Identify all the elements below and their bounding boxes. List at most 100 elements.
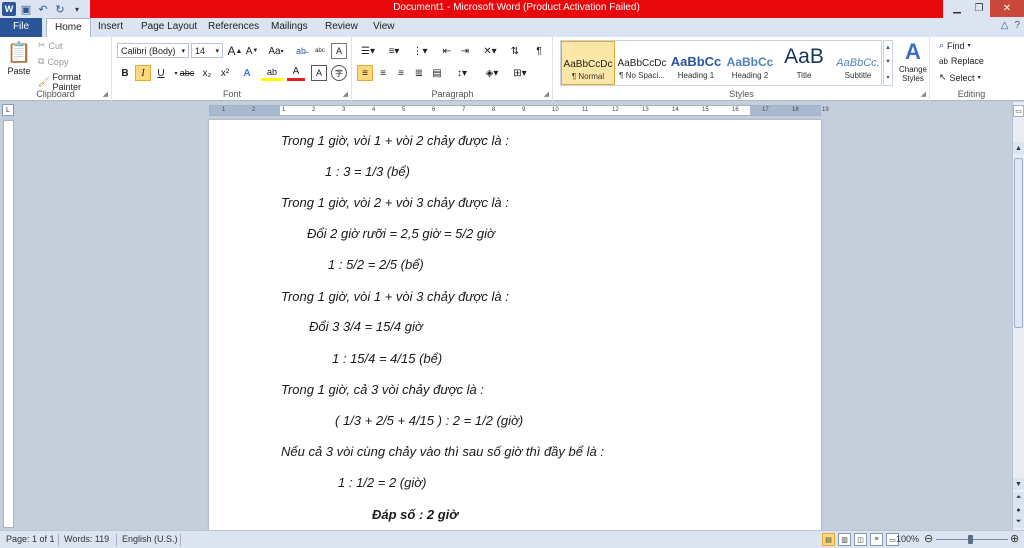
style-normal[interactable]: AaBbCcDc ¶ Normal (561, 41, 615, 85)
increase-indent-icon[interactable]: ⇥ (457, 43, 473, 59)
word-count[interactable]: Words: 119 (64, 534, 109, 544)
sort-icon[interactable]: ⇅ (507, 43, 523, 59)
numbering-icon[interactable]: ≡▾ (383, 43, 405, 59)
document-line[interactable]: 1 : 15/4 = 4/15 (bể) (332, 351, 442, 366)
vertical-ruler[interactable] (3, 120, 14, 528)
asian-layout-icon[interactable]: ✕▾ (479, 43, 501, 59)
horizontal-ruler[interactable]: 1 2 1 2 3 4 5 6 7 8 9 10 11 12 13 14 15 16 17 18 19 (209, 105, 829, 116)
clipboard-launcher-icon[interactable]: ◢ (103, 90, 108, 98)
scroll-up-icon[interactable]: ▲ (885, 45, 891, 51)
font-color-button[interactable]: A (287, 65, 305, 81)
redo-icon[interactable]: ↻ (53, 2, 67, 16)
print-layout-icon[interactable]: ▤ (822, 533, 835, 546)
styles-launcher-icon[interactable]: ◢ (921, 90, 926, 98)
tab-page-layout[interactable]: Page Layout (133, 18, 205, 37)
document-line[interactable]: Đổi 2 giờ rưỡi = 2,5 giờ = 5/2 giờ (307, 226, 495, 241)
document-line[interactable]: Nếu cả 3 vòi cùng chảy vào thì sau số gi… (281, 444, 604, 459)
next-page-icon[interactable]: ⏷ (1013, 516, 1024, 528)
restore-button[interactable]: ❐ (968, 0, 990, 17)
decrease-indent-icon[interactable]: ⇤ (439, 43, 455, 59)
outline-icon[interactable]: ≡ (870, 533, 883, 546)
style-no-spacing[interactable]: AaBbCcDc ¶ No Spaci... (615, 41, 669, 85)
shading-icon[interactable]: ◈▾ (481, 65, 503, 81)
document-page[interactable]: Trong 1 giờ, vòi 1 + vòi 2 chảy được là … (209, 120, 821, 530)
customize-icon[interactable]: ▾ (70, 2, 84, 16)
text-effects-icon[interactable]: A (239, 65, 255, 81)
paragraph-launcher-icon[interactable]: ◢ (544, 90, 549, 98)
zoom-slider-thumb[interactable] (968, 535, 973, 544)
document-line[interactable]: Trong 1 giờ, vòi 1 + vòi 3 chảy được là … (281, 289, 509, 304)
change-case-icon[interactable]: Aa ▾ (265, 43, 287, 59)
grow-font-icon[interactable]: A ▲ (227, 43, 243, 59)
character-border-icon[interactable]: A (331, 43, 347, 59)
style-heading-2[interactable]: AaBbCc Heading 2 (723, 41, 777, 85)
bullets-icon[interactable]: ☰▾ (357, 43, 379, 59)
full-screen-reading-icon[interactable]: ▥ (838, 533, 851, 546)
page-count[interactable]: Page: 1 of 1 (6, 534, 55, 544)
tab-references[interactable]: References (200, 18, 267, 37)
align-right-icon[interactable]: ≡ (393, 65, 409, 81)
font-launcher-icon[interactable]: ◢ (343, 90, 348, 98)
underline-button[interactable]: U (153, 65, 169, 81)
document-line[interactable]: Trong 1 giờ, vòi 2 + vòi 3 chảy được là … (281, 195, 509, 210)
browse-object-icon[interactable]: ● (1013, 504, 1024, 516)
scroll-down-icon[interactable]: ▼ (885, 59, 891, 65)
word-icon[interactable]: W (2, 2, 16, 16)
phonetic-guide-icon[interactable]: ᵃᵇᶜ (312, 43, 328, 59)
document-line[interactable]: Đổi 3 3/4 = 15/4 giờ (309, 319, 423, 334)
tab-mailings[interactable]: Mailings (263, 18, 316, 37)
font-name-dropdown[interactable]: Calibri (Body) ▾ (117, 43, 189, 58)
character-shading-icon[interactable]: A (311, 65, 327, 81)
line-spacing-icon[interactable]: ↕▾ (451, 65, 473, 81)
distributed-icon[interactable]: ▤ (429, 65, 445, 81)
vertical-scrollbar[interactable]: ▭ ▲ ▼ ⏶ ● ⏷ (1012, 102, 1024, 530)
borders-icon[interactable]: ⊞▾ (509, 65, 531, 81)
document-line[interactable]: Trong 1 giờ, vòi 1 + vòi 2 chảy được là … (281, 133, 509, 148)
zoom-in-icon[interactable]: ⊕ (1010, 532, 1019, 545)
copy-button[interactable]: ⧉ Copy (38, 56, 68, 67)
tab-selector-icon[interactable]: L (2, 104, 14, 116)
scroll-up-icon[interactable]: ▲ (1013, 142, 1024, 154)
ruler-toggle-icon[interactable]: ▭ (1013, 105, 1024, 117)
tab-view[interactable]: View (365, 18, 403, 37)
style-title[interactable]: AaB Title (777, 41, 831, 85)
document-line[interactable]: 1 : 3 = 1/3 (bể) (325, 164, 410, 179)
help-icon[interactable]: ? (1014, 20, 1020, 31)
more-icon[interactable]: ▾ (886, 74, 889, 81)
shrink-font-icon[interactable]: A ▼ (244, 43, 260, 59)
bold-button[interactable]: B (117, 65, 133, 81)
align-left-icon[interactable]: ≡ (357, 65, 373, 81)
styles-scroll[interactable]: ▲ ▼ ▾ (883, 40, 893, 86)
tab-insert[interactable]: Insert (90, 18, 131, 37)
zoom-out-icon[interactable]: ⊖ (924, 532, 933, 545)
justify-icon[interactable]: ≣ (411, 65, 427, 81)
find-button[interactable]: ⌕ Find ▾ (939, 40, 971, 51)
italic-button[interactable]: I (135, 65, 151, 81)
select-button[interactable]: ↖ Select ▾ (939, 72, 981, 83)
highlight-button[interactable]: ab (261, 65, 283, 81)
scrollbar-thumb[interactable] (1014, 158, 1023, 328)
document-line[interactable]: ( 1/3 + 2/5 + 4/15 ) : 2 = 1/2 (giờ) (335, 413, 523, 428)
multilevel-list-icon[interactable]: ⋮▾ (409, 43, 431, 59)
document-line[interactable]: Trong 1 giờ, cả 3 vòi chảy được là : (281, 382, 484, 397)
previous-page-icon[interactable]: ⏶ (1013, 492, 1024, 504)
document-line[interactable]: 1 : 1/2 = 2 (giờ) (338, 475, 426, 490)
cut-button[interactable]: ✂ Cut (38, 40, 63, 51)
zoom-level[interactable]: 100% (896, 534, 919, 544)
close-button[interactable]: ✕ (990, 0, 1024, 17)
document-line[interactable]: 1 : 5/2 = 2/5 (bể) (328, 257, 424, 272)
tab-file[interactable]: File (0, 18, 42, 37)
enclose-characters-icon[interactable]: 字 (331, 65, 347, 81)
web-layout-icon[interactable]: ◫ (854, 533, 867, 546)
clear-formatting-icon[interactable]: ab̶ (293, 43, 309, 59)
undo-icon[interactable]: ↶ (36, 2, 50, 16)
language-indicator[interactable]: English (U.S.) (122, 534, 178, 544)
style-subtitle[interactable]: AaBbCc. Subtitle (831, 41, 885, 85)
document-line[interactable]: Đáp số : 2 giờ (372, 507, 458, 522)
subscript-button[interactable]: x₂ (199, 65, 215, 81)
superscript-button[interactable]: x² (217, 65, 233, 81)
show-formatting-icon[interactable]: ¶ (531, 43, 547, 59)
strikethrough-button[interactable]: abc (179, 65, 195, 81)
replace-button[interactable]: ab Replace (939, 56, 984, 66)
style-heading-1[interactable]: AaBbCc Heading 1 (669, 41, 723, 85)
